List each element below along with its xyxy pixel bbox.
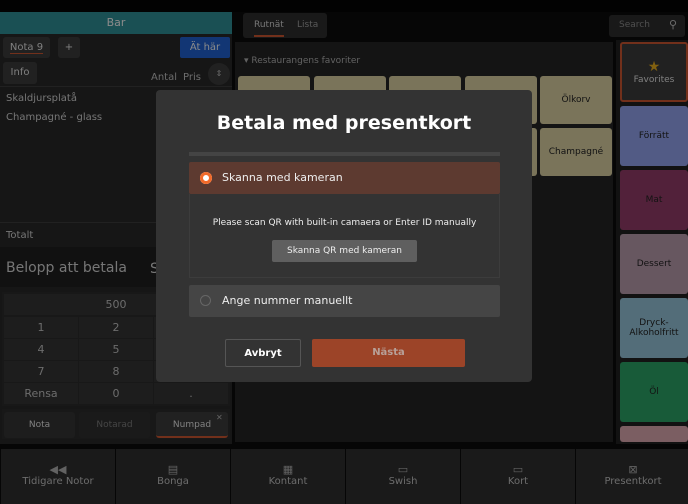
option-label: Ange nummer manuellt	[222, 294, 353, 307]
scan-qr-button[interactable]: Skanna QR med kameran	[272, 240, 417, 262]
modal-title: Betala med presentkort	[216, 112, 472, 134]
radio-selected-icon[interactable]	[200, 172, 212, 184]
radio-unselected-icon[interactable]	[200, 295, 211, 306]
option-enter-manually[interactable]: Ange nummer manuellt	[189, 285, 500, 317]
scan-hint: Please scan QR with built-in camaera or …	[212, 218, 477, 228]
divider	[189, 152, 500, 156]
next-button[interactable]: Nästa	[312, 339, 465, 367]
option-label: Skanna med kameran	[222, 171, 343, 184]
cancel-button[interactable]: Avbryt	[225, 339, 301, 367]
option-scan-camera[interactable]: Skanna med kameran	[189, 162, 500, 194]
scan-panel	[189, 194, 500, 278]
